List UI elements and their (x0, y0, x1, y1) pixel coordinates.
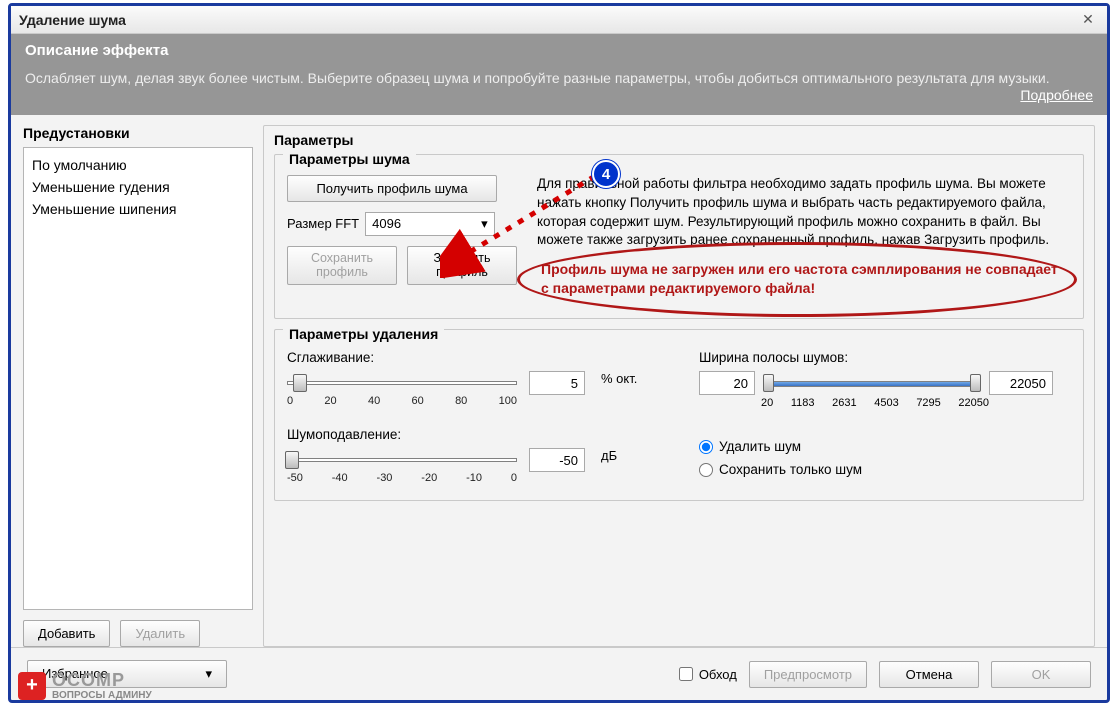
tick: 2631 (832, 397, 856, 409)
tick: 20 (324, 395, 336, 407)
ok-button[interactable]: OK (991, 661, 1091, 688)
keep-noise-radio[interactable] (699, 463, 713, 477)
noise-params-title: Параметры шума (283, 151, 416, 167)
bypass-label: Обход (699, 667, 737, 682)
keep-noise-label: Сохранить только шум (719, 462, 862, 477)
bypass-checkbox[interactable] (679, 667, 693, 681)
reduction-unit: дБ (601, 448, 617, 463)
tick: -30 (377, 472, 393, 484)
close-icon[interactable]: ✕ (1077, 11, 1099, 29)
noise-removal-dialog: Удаление шума ✕ Описание эффекта Ослабля… (8, 3, 1110, 703)
error-oval-annotation (517, 242, 1077, 317)
tick: 40 (368, 395, 380, 407)
dialog-footer: Избранное ▾ Обход Предпросмотр Отмена OK (11, 647, 1107, 700)
tick: -50 (287, 472, 303, 484)
dropdown-icon[interactable]: ▾ (481, 216, 488, 232)
fft-size-label: Размер FFT (287, 216, 359, 231)
noise-params-fieldset: Параметры шума Получить профиль шума Раз… (274, 154, 1084, 319)
remove-noise-radio[interactable] (699, 440, 713, 454)
reduction-label: Шумоподавление: (287, 427, 659, 442)
bypass-checkbox-row[interactable]: Обход (679, 667, 737, 682)
keep-noise-radio-row[interactable]: Сохранить только шум (699, 462, 1071, 477)
smoothing-label: Сглаживание: (287, 350, 659, 365)
preset-item[interactable]: Уменьшение гудения (32, 176, 244, 198)
effect-description-text: Ослабляет шум, делая звук более чистым. … (25, 70, 1050, 86)
preset-list[interactable]: По умолчанию Уменьшение гудения Уменьшен… (23, 147, 253, 610)
watermark-tag: ВОПРОСЫ АДМИНУ (52, 691, 152, 701)
parameters-title: Параметры (264, 126, 1094, 154)
cancel-button[interactable]: Отмена (879, 661, 979, 688)
tick: -10 (466, 472, 482, 484)
tick: 22050 (958, 397, 989, 409)
error-callout: Профиль шума не загружен или его частота… (537, 260, 1071, 306)
remove-preset-button[interactable]: Удалить (120, 620, 200, 647)
add-preset-button[interactable]: Добавить (23, 620, 110, 647)
chevron-down-icon: ▾ (205, 666, 212, 682)
tick: 4503 (874, 397, 898, 409)
smoothing-slider[interactable]: 0 20 40 60 80 100 (287, 371, 517, 411)
tick: 0 (287, 395, 293, 407)
smoothing-unit: % окт. (601, 371, 637, 386)
band-high-value[interactable] (989, 371, 1053, 395)
tick: 80 (455, 395, 467, 407)
dialog-title: Удаление шума (19, 12, 126, 28)
reduction-value[interactable] (529, 448, 585, 472)
reduction-slider[interactable]: -50 -40 -30 -20 -10 0 (287, 448, 517, 488)
removal-params-title: Параметры удаления (283, 326, 444, 342)
more-link[interactable]: Подробнее (1020, 86, 1093, 105)
titlebar: Удаление шума ✕ (11, 6, 1107, 34)
noise-band-slider[interactable]: 20 1183 2631 4503 7295 22050 (767, 371, 977, 411)
noise-band-label: Ширина полосы шумов: (699, 350, 1071, 365)
band-low-value[interactable] (699, 371, 755, 395)
watermark-brand: OCOMP (52, 670, 125, 690)
tick: 0 (511, 472, 517, 484)
main-content: Предустановки По умолчанию Уменьшение гу… (11, 115, 1107, 647)
noise-help-text: Для правильной работы фильтра необходимо… (537, 175, 1071, 251)
tick: 20 (761, 397, 773, 409)
watermark-icon: + (18, 672, 46, 700)
tick: 1183 (791, 397, 815, 409)
preset-item[interactable]: Уменьшение шипения (32, 198, 244, 220)
preview-button[interactable]: Предпросмотр (749, 661, 867, 688)
fft-size-combo[interactable] (365, 212, 495, 236)
smoothing-value[interactable] (529, 371, 585, 395)
parameters-panel: Параметры Параметры шума Получить профил… (263, 125, 1095, 647)
effect-description-body: Ослабляет шум, делая звук более чистым. … (11, 63, 1107, 115)
removal-params-fieldset: Параметры удаления Сглаживание: 0 20 (274, 329, 1084, 501)
presets-panel: Предустановки По умолчанию Уменьшение гу… (23, 125, 253, 647)
tick: -40 (332, 472, 348, 484)
effect-description-header: Описание эффекта (11, 34, 1107, 63)
remove-noise-label: Удалить шум (719, 439, 801, 454)
tick: 60 (412, 395, 424, 407)
remove-noise-radio-row[interactable]: Удалить шум (699, 439, 1071, 454)
load-profile-button[interactable]: Загрузить профиль (407, 246, 517, 285)
tick: 100 (499, 395, 517, 407)
preset-item[interactable]: По умолчанию (32, 154, 244, 176)
tick: -20 (421, 472, 437, 484)
presets-title: Предустановки (23, 125, 253, 141)
watermark: + OCOMP ВОПРОСЫ АДМИНУ (18, 670, 152, 701)
get-noise-profile-button[interactable]: Получить профиль шума (287, 175, 497, 202)
tick: 7295 (916, 397, 940, 409)
save-profile-button[interactable]: Сохранить профиль (287, 246, 397, 285)
